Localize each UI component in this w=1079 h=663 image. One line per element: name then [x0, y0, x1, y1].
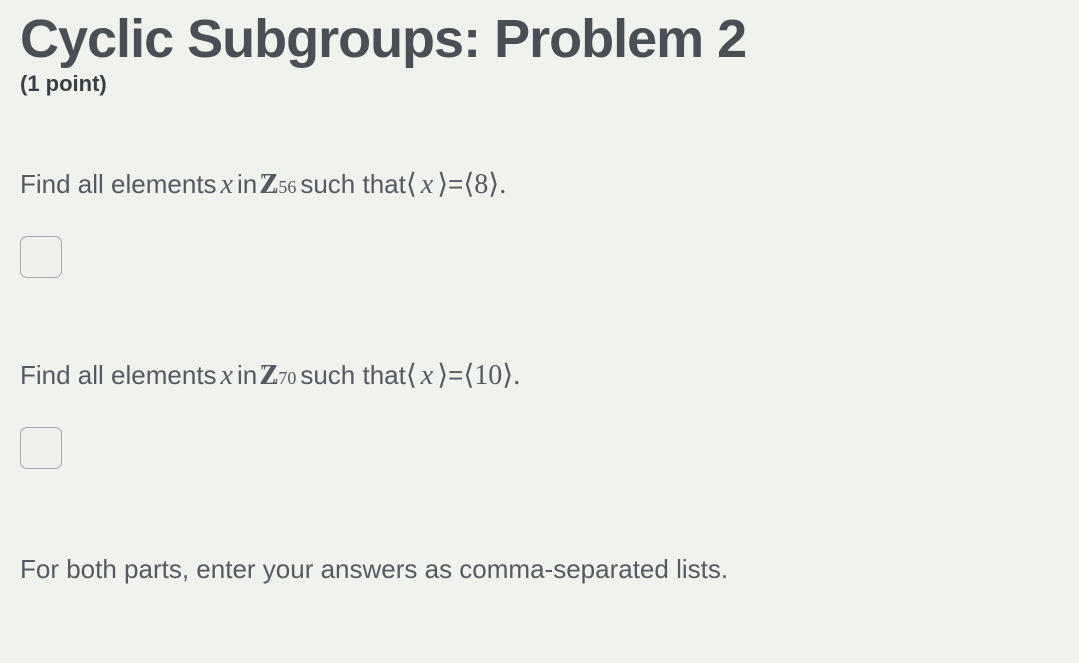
q2-gen-val: 10	[474, 360, 502, 392]
question-2-text: Find all elements x in Z 70 such that ⟨ …	[20, 358, 1059, 392]
q2-angle-var: x	[421, 360, 433, 392]
points-label: (1 point)	[20, 71, 1059, 97]
q1-suffix1: such that	[300, 169, 406, 200]
q1-mid: in	[237, 169, 257, 200]
q2-group-sub: 70	[278, 368, 296, 389]
answer-input-1[interactable]	[20, 236, 62, 278]
page-title: Cyclic Subgroups: Problem 2	[20, 10, 1059, 69]
question-1: Find all elements x in Z 56 such that ⟨ …	[20, 167, 1059, 278]
q1-var: x	[221, 169, 233, 201]
q1-gen-close: ⟩.	[488, 167, 506, 201]
q2-mid: in	[237, 360, 257, 391]
q1-equals: =	[448, 169, 463, 200]
q1-angle-open: ⟨	[406, 167, 417, 201]
question-1-text: Find all elements x in Z 56 such that ⟨ …	[20, 167, 1059, 201]
q2-group-z: Z	[259, 360, 276, 392]
q2-var: x	[221, 360, 233, 392]
q1-prefix: Find all elements	[20, 169, 217, 200]
q1-gen-val: 8	[474, 169, 488, 201]
q2-angle-close: ⟩	[437, 358, 448, 392]
q1-angle-var: x	[421, 169, 433, 201]
q2-equals: =	[448, 360, 463, 391]
q2-gen-open: ⟨	[463, 358, 474, 392]
q2-prefix: Find all elements	[20, 360, 217, 391]
footer-instruction: For both parts, enter your answers as co…	[20, 554, 1059, 585]
q2-gen-close: ⟩.	[502, 358, 520, 392]
q1-group-z: Z	[259, 169, 276, 201]
q2-angle-open: ⟨	[406, 358, 417, 392]
answer-input-2[interactable]	[20, 427, 62, 469]
q2-suffix1: such that	[300, 360, 406, 391]
problem-container: Cyclic Subgroups: Problem 2 (1 point) Fi…	[0, 0, 1079, 605]
q1-gen-open: ⟨	[463, 167, 474, 201]
q1-angle-close: ⟩	[437, 167, 448, 201]
question-2: Find all elements x in Z 70 such that ⟨ …	[20, 358, 1059, 469]
q1-group-sub: 56	[278, 177, 296, 198]
